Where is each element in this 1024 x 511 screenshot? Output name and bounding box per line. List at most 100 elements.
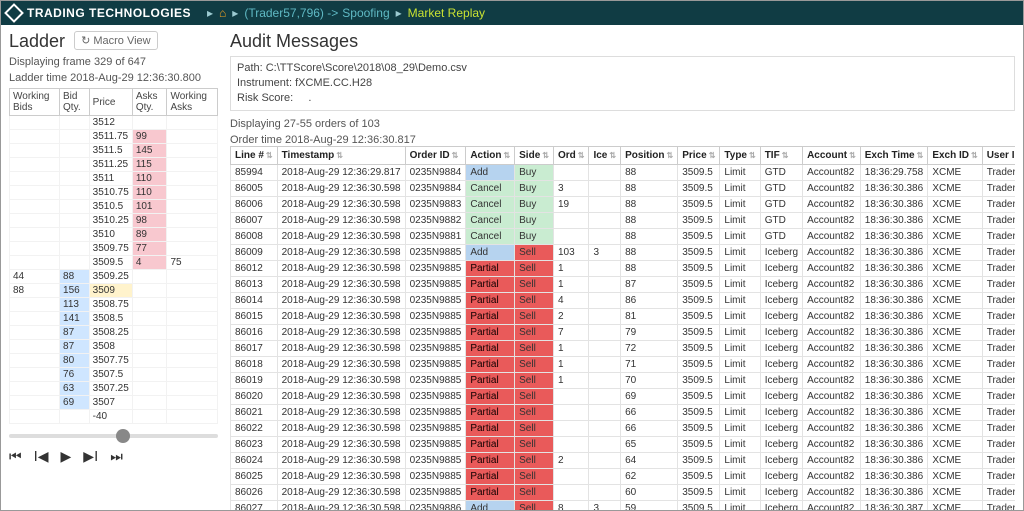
- audit-cell: Iceberg: [760, 261, 802, 277]
- audit-col-header[interactable]: Type⇅: [720, 147, 760, 165]
- audit-cell: GTD: [760, 165, 802, 181]
- macro-view-button[interactable]: ↻ Macro View: [74, 31, 157, 50]
- audit-cell: 1: [553, 373, 588, 389]
- ladder-row[interactable]: 1413508.5: [10, 312, 218, 326]
- audit-cell: [589, 437, 621, 453]
- audit-cell: 18:36:30.386: [860, 277, 928, 293]
- ladder-row[interactable]: 44883509.25: [10, 270, 218, 284]
- audit-cell: 2018-Aug-29 12:36:30.598: [277, 469, 405, 485]
- play-icon[interactable]: ▶: [61, 448, 72, 465]
- audit-col-header[interactable]: Position⇅: [621, 147, 678, 165]
- audit-col-header[interactable]: Timestamp⇅: [277, 147, 405, 165]
- ladder-row[interactable]: 3510.5101: [10, 200, 218, 214]
- table-row[interactable]: 860272018-Aug-29 12:36:30.5980235N9886Ad…: [231, 501, 1016, 511]
- audit-cell: 0235N9885: [405, 389, 466, 405]
- table-row[interactable]: 860172018-Aug-29 12:36:30.5980235N9885Pa…: [231, 341, 1016, 357]
- ladder-col-header[interactable]: Price: [89, 89, 132, 116]
- ladder-row[interactable]: 881563509: [10, 284, 218, 298]
- ladder-cell: 63: [60, 382, 90, 396]
- table-row[interactable]: 860092018-Aug-29 12:36:30.5980235N9885Ad…: [231, 245, 1016, 261]
- ladder-row[interactable]: 3510.2598: [10, 214, 218, 228]
- table-row[interactable]: 860262018-Aug-29 12:36:30.5980235N9885Pa…: [231, 485, 1016, 501]
- audit-col-header[interactable]: Line #⇅: [231, 147, 278, 165]
- ladder-row[interactable]: 803507.75: [10, 354, 218, 368]
- audit-cell: Account82: [803, 325, 861, 341]
- ladder-row[interactable]: 3512: [10, 116, 218, 130]
- ladder-row[interactable]: 873508.25: [10, 326, 218, 340]
- ladder-row[interactable]: 3510.75110: [10, 186, 218, 200]
- ladder-row[interactable]: -40: [10, 410, 218, 424]
- ladder-cell: [10, 116, 60, 130]
- audit-col-header[interactable]: Price⇅: [678, 147, 720, 165]
- table-row[interactable]: 860202018-Aug-29 12:36:30.5980235N9885Pa…: [231, 389, 1016, 405]
- ladder-row[interactable]: 3509.7577: [10, 242, 218, 256]
- audit-col-header[interactable]: Account⇅: [803, 147, 861, 165]
- table-row[interactable]: 860212018-Aug-29 12:36:30.5980235N9885Pa…: [231, 405, 1016, 421]
- audit-cell: XCME: [928, 421, 982, 437]
- risk-score-label: Risk Score:: [237, 92, 293, 104]
- table-row[interactable]: 860162018-Aug-29 12:36:30.5980235N9885Pa…: [231, 325, 1016, 341]
- skip-end-icon[interactable]: ⏭: [110, 448, 123, 465]
- audit-col-header[interactable]: User ID⇅: [982, 147, 1015, 165]
- ladder-row[interactable]: 3511110: [10, 172, 218, 186]
- table-row[interactable]: 860082018-Aug-29 12:36:30.5980235N9881Ca…: [231, 229, 1016, 245]
- table-row[interactable]: 860152018-Aug-29 12:36:30.5980235N9885Pa…: [231, 309, 1016, 325]
- ladder-row[interactable]: 633507.25: [10, 382, 218, 396]
- table-row[interactable]: 860252018-Aug-29 12:36:30.5980235N9885Pa…: [231, 469, 1016, 485]
- audit-col-header[interactable]: Ice⇅: [589, 147, 621, 165]
- home-icon[interactable]: ⌂: [219, 6, 226, 20]
- table-row[interactable]: 860232018-Aug-29 12:36:30.5980235N9885Pa…: [231, 437, 1016, 453]
- step-back-icon[interactable]: Ⅰ◀: [34, 448, 49, 465]
- table-row[interactable]: 860242018-Aug-29 12:36:30.5980235N9885Pa…: [231, 453, 1016, 469]
- skip-start-icon[interactable]: ⏮: [9, 448, 22, 465]
- table-row[interactable]: 860222018-Aug-29 12:36:30.5980235N9885Pa…: [231, 421, 1016, 437]
- table-row[interactable]: 860132018-Aug-29 12:36:30.5980235N9885Pa…: [231, 277, 1016, 293]
- ladder-cell: [132, 298, 167, 312]
- ladder-col-header[interactable]: Working Asks: [167, 89, 218, 116]
- ladder-row[interactable]: 693507: [10, 396, 218, 410]
- ladder-col-header[interactable]: Working Bids: [10, 89, 60, 116]
- audit-cell: 0235N9885: [405, 309, 466, 325]
- ladder-cell: 98: [132, 214, 167, 228]
- audit-col-header[interactable]: Order ID⇅: [405, 147, 466, 165]
- ladder-cell: [132, 326, 167, 340]
- ladder-cell: 4: [132, 256, 167, 270]
- table-row[interactable]: 860062018-Aug-29 12:36:30.5980235N9883Ca…: [231, 197, 1016, 213]
- ladder-row[interactable]: 3511.25115: [10, 158, 218, 172]
- ladder-cell: [167, 298, 218, 312]
- audit-col-header[interactable]: Side⇅: [515, 147, 554, 165]
- table-row[interactable]: 860072018-Aug-29 12:36:30.5980235N9882Ca…: [231, 213, 1016, 229]
- breadcrumb-spoofing[interactable]: Spoofing: [342, 6, 389, 20]
- audit-cell: GTD: [760, 229, 802, 245]
- ladder-row[interactable]: 3511.7599: [10, 130, 218, 144]
- ladder-row[interactable]: 1133508.75: [10, 298, 218, 312]
- table-row[interactable]: 860052018-Aug-29 12:36:30.5980235N9884Ca…: [231, 181, 1016, 197]
- table-row[interactable]: 860182018-Aug-29 12:36:30.5980235N9885Pa…: [231, 357, 1016, 373]
- ladder-col-header[interactable]: Bid Qty.: [60, 89, 90, 116]
- ladder-row[interactable]: 763507.5: [10, 368, 218, 382]
- logo-icon: [4, 3, 24, 23]
- audit-col-header[interactable]: Exch Time⇅: [860, 147, 928, 165]
- ladder-cell: 156: [60, 284, 90, 298]
- audit-col-header[interactable]: TIF⇅: [760, 147, 802, 165]
- audit-col-header[interactable]: Action⇅: [466, 147, 515, 165]
- audit-cell: Sell: [515, 453, 554, 469]
- breadcrumb-trader[interactable]: (Trader57,796) ->: [244, 6, 338, 20]
- table-row[interactable]: 860192018-Aug-29 12:36:30.5980235N9885Pa…: [231, 373, 1016, 389]
- step-forward-icon[interactable]: ▶Ⅰ: [83, 448, 98, 465]
- table-row[interactable]: 860142018-Aug-29 12:36:30.5980235N9885Pa…: [231, 293, 1016, 309]
- audit-cell: 86019: [231, 373, 278, 389]
- table-row[interactable]: 859942018-Aug-29 12:36:29.8170235N9884Ad…: [231, 165, 1016, 181]
- ladder-row[interactable]: 3511.5145: [10, 144, 218, 158]
- ladder-row[interactable]: 351089: [10, 228, 218, 242]
- table-row[interactable]: 860122018-Aug-29 12:36:30.5980235N9885Pa…: [231, 261, 1016, 277]
- audit-cell: Limit: [720, 245, 760, 261]
- ladder-col-header[interactable]: Asks Qty.: [132, 89, 167, 116]
- audit-cell: 86015: [231, 309, 278, 325]
- audit-col-header[interactable]: Exch ID⇅: [928, 147, 982, 165]
- ladder-row[interactable]: 873508: [10, 340, 218, 354]
- audit-col-header[interactable]: Ord⇅: [553, 147, 588, 165]
- playback-slider[interactable]: [9, 434, 218, 438]
- audit-cell: 86014: [231, 293, 278, 309]
- ladder-row[interactable]: 3509.5475: [10, 256, 218, 270]
